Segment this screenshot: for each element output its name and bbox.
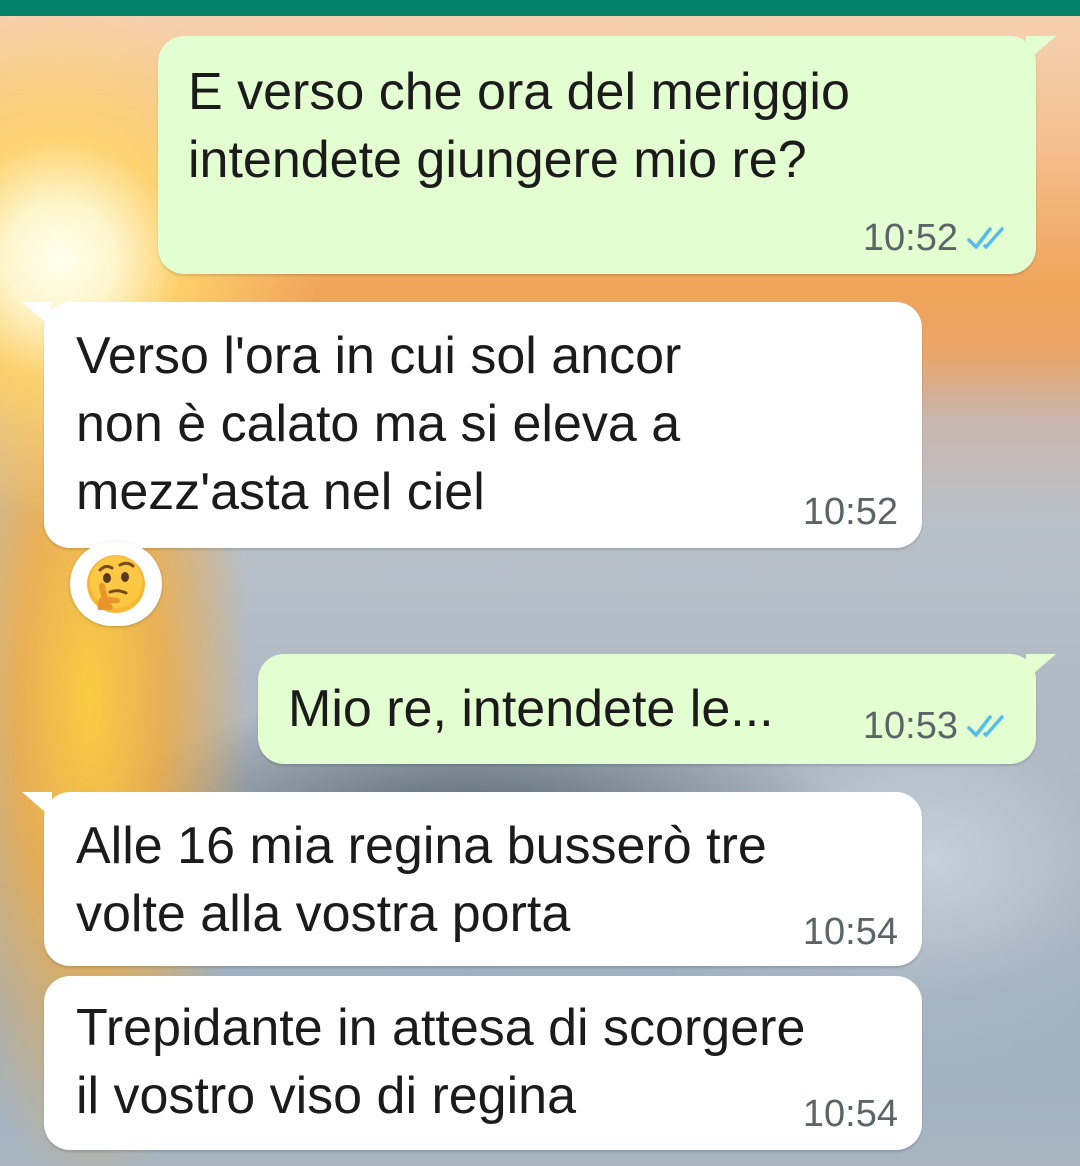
message-text: E verso che ora del meriggio intendete g… xyxy=(188,58,850,194)
message-line: mezz'asta nel ciel xyxy=(76,463,485,521)
message-time: 10:52 xyxy=(862,217,958,259)
app-header-bar xyxy=(0,0,1080,16)
message-line: E verso che ora del meriggio xyxy=(188,63,850,121)
message-meta: 10:52 xyxy=(863,216,1008,260)
message-meta: 10:53 xyxy=(863,704,1008,748)
message-meta: 10:54 xyxy=(803,910,898,954)
message-meta: 10:54 xyxy=(803,1092,898,1136)
message-meta: 10:52 xyxy=(803,490,898,534)
message-line: non è calato ma si eleva a xyxy=(76,395,681,453)
message-reaction[interactable] xyxy=(70,542,162,626)
message-line: intendete giungere mio re? xyxy=(188,131,807,189)
message-time: 10:54 xyxy=(802,1093,898,1135)
message-line: Verso l'ora in cui sol ancor xyxy=(76,327,682,385)
incoming-message-bubble[interactable]: Alle 16 mia regina busserò tre volte all… xyxy=(44,792,922,966)
double-check-icon xyxy=(967,227,1004,249)
message-text: Alle 16 mia regina busserò tre volte all… xyxy=(76,812,767,948)
thinking-face-emoji-icon xyxy=(87,555,145,613)
message-line: il vostro viso di regina xyxy=(76,1067,576,1125)
message-text: Trepidante in attesa di scorgere il vost… xyxy=(76,994,805,1130)
double-check-icon xyxy=(967,715,1004,737)
message-text: Mio re, intendete le... xyxy=(288,675,774,743)
message-time: 10:53 xyxy=(862,705,958,747)
outgoing-message-bubble[interactable]: Mio re, intendete le... 10:53 xyxy=(258,654,1036,764)
incoming-message-bubble[interactable]: Trepidante in attesa di scorgere il vost… xyxy=(44,976,922,1150)
message-time: 10:52 xyxy=(802,491,898,533)
message-line: Mio re, intendete le... xyxy=(288,680,774,738)
message-time: 10:54 xyxy=(802,911,898,953)
message-line: Alle 16 mia regina busserò tre xyxy=(76,817,767,875)
message-line: Trepidante in attesa di scorgere xyxy=(76,999,806,1057)
outgoing-message-bubble[interactable]: E verso che ora del meriggio intendete g… xyxy=(158,36,1036,274)
incoming-message-bubble[interactable]: Verso l'ora in cui sol ancor non è calat… xyxy=(44,302,922,548)
message-line: volte alla vostra porta xyxy=(76,885,571,943)
message-text: Verso l'ora in cui sol ancor non è calat… xyxy=(76,322,681,526)
